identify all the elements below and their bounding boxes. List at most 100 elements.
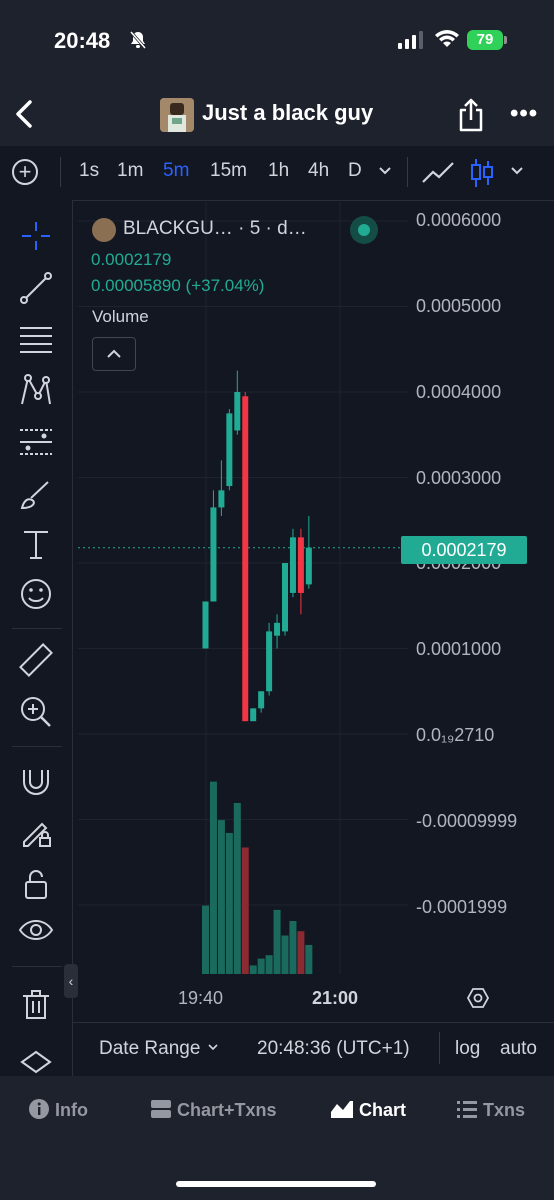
volume-bar — [305, 944, 313, 974]
text-tool-icon[interactable] — [16, 524, 56, 564]
emoji-icon[interactable] — [16, 574, 56, 614]
price-axis-label: 0.0₁₉2710 — [416, 725, 495, 745]
volume-bar — [257, 958, 265, 974]
ruler-icon[interactable] — [16, 640, 56, 680]
zoom-in-icon[interactable] — [16, 692, 56, 732]
chevron-down-icon — [208, 1044, 218, 1051]
candlestick-icon[interactable] — [470, 157, 494, 189]
tf-1h[interactable]: 1h — [268, 160, 289, 182]
candle-body — [282, 563, 288, 632]
timeframe-dropdown-chevron-icon[interactable] — [378, 160, 392, 185]
brush-icon[interactable] — [16, 474, 56, 514]
market-status-dot — [358, 224, 370, 236]
layers-icon[interactable] — [16, 1046, 56, 1076]
legend-token-avatar — [92, 218, 116, 242]
tf-15m[interactable]: 15m — [210, 160, 247, 182]
tf-1m[interactable]: 1m — [117, 160, 143, 182]
candle-body — [258, 691, 265, 709]
pattern-icon[interactable] — [16, 370, 56, 410]
volume-bar — [273, 909, 281, 974]
toolbar-divider — [60, 157, 61, 187]
toolbar-divider — [12, 746, 62, 747]
volume-bar — [241, 847, 249, 974]
auto-scale-button[interactable]: auto — [500, 1038, 537, 1060]
toolbar-divider — [407, 157, 408, 187]
price-axis-label: -0.0001999 — [416, 897, 508, 917]
candle-body — [226, 413, 233, 487]
home-indicator — [176, 1181, 376, 1187]
volume-bar — [225, 832, 233, 974]
tab-chart-txns[interactable]: Chart+Txns — [150, 1098, 277, 1121]
candle-body — [202, 601, 209, 649]
volume-bar — [209, 781, 217, 974]
token-avatar — [160, 98, 194, 132]
legend-change: 0.00005890 (+37.04%) — [91, 276, 265, 295]
toolbar-divider — [12, 628, 62, 629]
current-price-badge: 0.0002179 — [401, 536, 527, 564]
price-axis-label: 0.0001000 — [416, 639, 502, 659]
volume-bar — [281, 935, 289, 974]
price-axis-label: 0.0003000 — [416, 468, 502, 488]
line-chart-icon[interactable] — [421, 160, 455, 186]
trash-icon[interactable] — [16, 984, 56, 1024]
unlock-icon[interactable] — [16, 864, 56, 904]
time-axis-label: 21:00 — [312, 988, 359, 1008]
volume-bar — [249, 965, 257, 974]
tf-5m[interactable]: 5m — [163, 160, 189, 182]
candle-body — [250, 708, 257, 722]
collapse-toolbar-chevron-icon[interactable]: ‹ — [64, 964, 78, 998]
chart-txns-icon — [151, 1100, 171, 1118]
collapse-legend-chevron-icon[interactable] — [92, 337, 136, 371]
wifi-icon — [434, 29, 460, 49]
lock-drawings-icon[interactable] — [16, 812, 56, 852]
more-options-icon[interactable]: ••• — [510, 100, 538, 128]
candle-body — [242, 396, 249, 722]
price-axis-label: -0.00009999 — [416, 811, 518, 831]
bell-off-icon — [128, 30, 148, 55]
tab-label: Info — [55, 1100, 89, 1120]
tab-chart[interactable]: Chart — [330, 1098, 406, 1121]
toolbar-divider — [12, 966, 62, 967]
back-icon[interactable] — [10, 96, 36, 132]
log-scale-button[interactable]: log — [455, 1038, 480, 1060]
share-icon[interactable] — [458, 98, 484, 132]
volume-bar — [297, 931, 305, 974]
volume-bar — [217, 820, 225, 974]
tf-4h[interactable]: 4h — [308, 160, 329, 182]
legend-price: 0.0002179 — [91, 250, 172, 269]
eye-icon[interactable] — [16, 912, 56, 952]
price-axis-label: 0.0006000 — [416, 210, 502, 230]
info-icon — [29, 1099, 49, 1119]
prediction-icon[interactable] — [16, 422, 56, 462]
tf-d[interactable]: D — [348, 160, 362, 182]
price-chart[interactable] — [78, 202, 554, 982]
fib-lines-icon[interactable] — [16, 320, 56, 360]
toolbar-divider — [439, 1032, 440, 1064]
candle-body — [210, 507, 217, 602]
chart-icon — [331, 1101, 353, 1118]
tab-label: Chart+Txns — [177, 1100, 277, 1120]
tab-label: Txns — [483, 1100, 526, 1120]
chart-style-dropdown-chevron-icon[interactable] — [510, 160, 524, 185]
page-title: Just a black guy — [202, 100, 374, 125]
chart-settings-icon[interactable] — [466, 986, 490, 1010]
crosshair-icon[interactable] — [16, 216, 56, 256]
candle-body — [218, 490, 225, 508]
magnet-icon[interactable] — [16, 760, 56, 800]
tab-txns[interactable]: Txns — [456, 1098, 525, 1121]
volume-label[interactable]: Volume — [92, 307, 149, 327]
tab-info[interactable]: Info — [28, 1098, 88, 1121]
date-range-button[interactable]: Date Range — [99, 1038, 220, 1060]
candle-body — [266, 631, 273, 692]
candle-body — [274, 622, 281, 636]
cellular-signal-icon — [398, 31, 424, 49]
legend-symbol[interactable]: BLACKGU… · 5 · d… — [123, 218, 307, 240]
volume-bar — [265, 955, 273, 974]
price-axis-label: 0.0005000 — [416, 296, 502, 316]
candle-body — [289, 537, 296, 593]
add-indicator-icon[interactable]: + — [12, 159, 38, 185]
time-zone-display[interactable]: 20:48:36 (UTC+1) — [257, 1038, 410, 1060]
tab-label: Chart — [359, 1100, 407, 1120]
trend-line-icon[interactable] — [16, 268, 56, 308]
tf-1s[interactable]: 1s — [79, 160, 99, 182]
